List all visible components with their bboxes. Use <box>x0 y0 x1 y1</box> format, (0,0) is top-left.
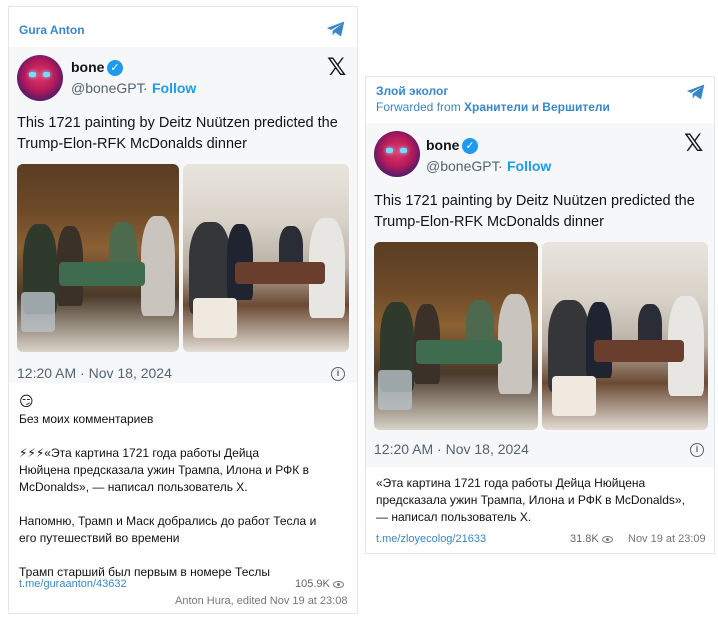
tweet-author-name[interactable]: bone <box>426 137 459 153</box>
verified-badge-icon: ✓ <box>107 60 123 76</box>
message-line: ⚡⚡⚡«Эта картина 1721 года работы Дейца <box>19 446 260 460</box>
message-line <box>19 428 354 445</box>
info-icon[interactable]: i <box>690 443 704 457</box>
x-logo-icon[interactable]: 𝕏 <box>684 129 703 157</box>
view-count-value: 105.9K <box>295 578 330 590</box>
avatar[interactable] <box>17 55 63 101</box>
telegram-icon[interactable] <box>326 20 346 38</box>
avatar[interactable] <box>374 131 420 177</box>
message-line: — написал пользователь X. <box>376 510 532 524</box>
forwarded-source-link[interactable]: Хранители и Вершители <box>464 100 610 114</box>
post-link[interactable]: t.me/guraanton/43632 <box>19 578 127 590</box>
message-text: «Эта картина 1721 года работы Дейца Нюйц… <box>376 475 711 526</box>
tweet-photo-painting[interactable] <box>17 164 179 352</box>
post-link[interactable]: t.me/zloyecolog/21633 <box>376 533 486 545</box>
channel-name[interactable]: Злой эколог <box>376 84 448 98</box>
tweet-author-handle[interactable]: @boneGPT <box>71 80 145 96</box>
message-line: Нюйцена предсказала ужин Трампа, Илона и… <box>19 463 309 477</box>
tweet-photo-painting[interactable] <box>374 242 538 430</box>
follow-button[interactable]: Follow <box>152 80 196 96</box>
tweet-text-line: This 1721 painting by Deitz Nuützen pred… <box>374 193 695 209</box>
embedded-tweet[interactable]: bone ✓ @boneGPT · Follow 𝕏 This 1721 pai… <box>366 123 714 467</box>
view-count: 105.9K <box>295 578 344 590</box>
tweet-text-line: This 1721 painting by Deitz Nuützen pred… <box>17 115 338 131</box>
post-time: Nov 19 at 23:09 <box>628 533 706 545</box>
message-line: Без моих комментариев <box>19 412 154 426</box>
tweet-timestamp[interactable]: 12:20 AM · Nov 18, 2024 <box>374 441 529 457</box>
view-count: 31.8K <box>570 533 613 545</box>
tweet-author-handle[interactable]: @boneGPT <box>426 158 500 174</box>
tweet-photo-dinner[interactable] <box>542 242 708 430</box>
tweet-timestamp[interactable]: 12:20 AM · Nov 18, 2024 <box>17 365 172 381</box>
eye-icon <box>332 580 344 588</box>
message-line <box>19 496 354 513</box>
message-line: «Эта картина 1721 года работы Дейца Нюйц… <box>376 476 646 490</box>
tweet-text-line: Trump-Elon-RFK McDonalds dinner <box>17 136 247 152</box>
message-line <box>19 547 354 564</box>
verified-badge-icon: ✓ <box>462 138 478 154</box>
eye-icon <box>601 535 613 543</box>
follow-button[interactable]: Follow <box>507 158 551 174</box>
forwarded-from: Forwarded from Хранители и Вершители <box>376 100 610 114</box>
tweet-text: This 1721 painting by Deitz Nuützen pred… <box>17 113 338 155</box>
embedded-tweet[interactable]: bone ✓ @boneGPT · Follow 𝕏 This 1721 pai… <box>9 47 357 383</box>
channel-name[interactable]: Gura Anton <box>19 23 85 37</box>
message-line: McDonalds», — написал пользователь X. <box>19 480 248 494</box>
tweet-author-name[interactable]: bone <box>71 59 104 75</box>
info-icon[interactable]: i <box>331 367 345 381</box>
x-logo-icon[interactable]: 𝕏 <box>327 53 346 81</box>
post-author-meta: Anton Hura, edited Nov 19 at 23:08 <box>175 595 348 607</box>
message-text: Без моих комментариев ⚡⚡⚡«Эта картина 17… <box>19 411 354 581</box>
tweet-photo-dinner[interactable] <box>183 164 349 352</box>
left-telegram-post: Gura Anton bone ✓ @boneGPT · Follow 𝕏 Th… <box>8 6 358 614</box>
telegram-icon[interactable] <box>686 83 706 101</box>
forwarded-prefix: Forwarded from <box>376 100 461 114</box>
right-telegram-post: Злой эколог Forwarded from Хранители и В… <box>365 76 715 554</box>
separator-dot: · <box>143 80 148 96</box>
message-line: Напомню, Трамп и Маск добрались до работ… <box>19 514 317 528</box>
emoji: 😏 <box>19 393 34 409</box>
tweet-text-line: Trump-Elon-RFK McDonalds dinner <box>374 214 604 230</box>
message-line: его путешествий во времени <box>19 531 180 545</box>
separator-dot: · <box>498 158 503 174</box>
tweet-text: This 1721 painting by Deitz Nuützen pred… <box>374 191 695 233</box>
view-count-value: 31.8K <box>570 533 599 545</box>
message-line: предсказала ужин Трампа, Илона и РФК в M… <box>376 493 685 507</box>
